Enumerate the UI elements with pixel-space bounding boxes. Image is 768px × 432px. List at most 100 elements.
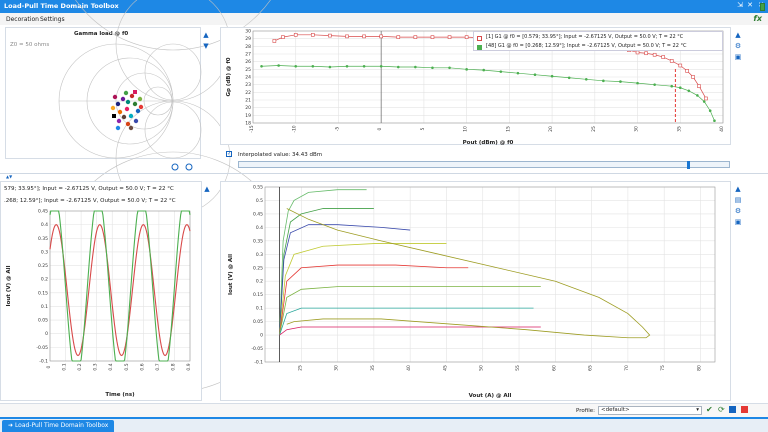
iv-curve bbox=[279, 224, 411, 336]
x-tick-label: 40 bbox=[406, 365, 412, 371]
data-point bbox=[584, 78, 588, 81]
plot-frame bbox=[49, 210, 191, 362]
y-tick-label: 23 bbox=[245, 82, 251, 88]
y-tick-label: -0.05 bbox=[251, 346, 263, 352]
data-point bbox=[379, 64, 383, 68]
chevron-down-icon: ▾ bbox=[696, 407, 699, 413]
smith-filter-icon[interactable]: ▼ bbox=[202, 43, 210, 50]
plot-frame bbox=[264, 186, 716, 363]
x-tick-label: 0.3 bbox=[93, 363, 99, 370]
y-tick-label: 19 bbox=[245, 113, 251, 119]
data-point bbox=[533, 73, 537, 76]
profile-label: Profile: bbox=[576, 408, 595, 414]
interpolated-checkbox[interactable]: ✓ bbox=[226, 151, 232, 157]
waveform-line bbox=[49, 224, 191, 357]
data-point bbox=[635, 50, 640, 55]
data-point bbox=[396, 35, 401, 39]
x-axis-label: Time (ns) bbox=[105, 392, 135, 398]
y-axis-label: Iout (V) @ All bbox=[6, 265, 12, 306]
toolbox-tab[interactable]: ➜ Load-Pull Time Domain Toolbox bbox=[2, 420, 115, 432]
y-tick-label: 27 bbox=[245, 52, 251, 58]
y-tick-label: 0.2 bbox=[41, 277, 48, 283]
pout-slider[interactable] bbox=[238, 161, 730, 169]
x-tick-label: 65 bbox=[588, 365, 594, 371]
y-tick-label: 0.05 bbox=[38, 318, 48, 324]
x-tick-label: 0.8 bbox=[170, 363, 176, 370]
y-tick-label: 22 bbox=[245, 90, 251, 96]
data-point bbox=[448, 66, 451, 70]
x-tick-label: 40 bbox=[719, 126, 725, 132]
data-point bbox=[345, 64, 349, 68]
data-point bbox=[293, 33, 298, 37]
data-point bbox=[687, 89, 691, 93]
gp-save-icon[interactable]: ▣ bbox=[734, 54, 742, 61]
y-tick-label: 21 bbox=[245, 98, 251, 104]
x-tick-label: 0.9 bbox=[186, 363, 192, 370]
y-tick-label: 0.4 bbox=[256, 225, 263, 231]
data-point bbox=[636, 81, 639, 85]
y-tick-label: 26 bbox=[245, 59, 251, 65]
waveform-line bbox=[49, 210, 191, 362]
apply-check-icon[interactable]: ✔ bbox=[706, 405, 713, 414]
y-tick-label: 0.45 bbox=[38, 209, 48, 215]
profile-select[interactable]: <default> ▾ bbox=[598, 406, 702, 415]
x-tick-label: 75 bbox=[660, 365, 666, 371]
y-tick-label: 0.3 bbox=[41, 249, 48, 255]
gp-settings-icon[interactable]: ⚙ bbox=[734, 43, 742, 50]
data-point bbox=[260, 64, 263, 68]
y-tick-label: 0.45 bbox=[253, 211, 263, 217]
smith-reset-icon[interactable] bbox=[185, 163, 193, 171]
profile-value: <default> bbox=[601, 407, 630, 413]
x-tick-label: -10 bbox=[292, 125, 298, 132]
y-axis-label: Iout (V) @ All bbox=[228, 254, 234, 295]
y-tick-label: 0.25 bbox=[38, 263, 48, 269]
split-divider[interactable] bbox=[0, 173, 768, 174]
y-tick-label: 0.1 bbox=[41, 304, 48, 310]
x-tick-label: 0.4 bbox=[108, 363, 114, 370]
data-point bbox=[652, 52, 657, 57]
data-point bbox=[430, 35, 435, 39]
data-point bbox=[516, 71, 520, 75]
slider-thumb[interactable] bbox=[687, 161, 690, 169]
iv-chart-icon[interactable]: ▲ bbox=[734, 186, 742, 193]
y-tick-label: -0.1 bbox=[254, 360, 263, 366]
iv-save-icon[interactable]: ▣ bbox=[734, 219, 742, 226]
data-point bbox=[482, 68, 486, 72]
legend-square-icon bbox=[477, 36, 482, 41]
time-chart-icon[interactable]: ▲ bbox=[203, 186, 211, 193]
y-tick-label: 30 bbox=[245, 29, 251, 35]
split-arrows[interactable]: ▲▼ bbox=[6, 174, 12, 179]
toolbox-tab-label: Load-Pull Time Domain Toolbox bbox=[14, 422, 109, 429]
y-tick-label: 0.35 bbox=[38, 236, 48, 242]
data-point bbox=[708, 109, 712, 113]
data-point bbox=[272, 39, 277, 43]
data-point bbox=[328, 65, 332, 69]
save-profile-icon[interactable] bbox=[729, 406, 736, 413]
data-point bbox=[277, 64, 280, 67]
smith-chart-icon[interactable]: ▲ bbox=[202, 32, 210, 39]
y-tick-label: 0.35 bbox=[253, 238, 263, 244]
x-tick-label: -5 bbox=[334, 127, 340, 132]
data-point bbox=[396, 65, 400, 69]
y-tick-label: 28 bbox=[245, 44, 251, 50]
x-tick-label: 0.7 bbox=[155, 363, 161, 370]
data-point bbox=[294, 64, 298, 68]
iv-delete-icon[interactable]: ▤ bbox=[734, 197, 742, 204]
add-profile-icon[interactable]: ⟳ bbox=[718, 405, 725, 414]
delete-profile-icon[interactable] bbox=[741, 406, 748, 413]
load-pull-points bbox=[110, 90, 144, 131]
y-tick-label: 0.5 bbox=[256, 198, 263, 204]
x-tick-label: 55 bbox=[515, 365, 521, 371]
x-tick-label: 70 bbox=[624, 365, 630, 371]
y-tick-label: 0.1 bbox=[256, 306, 263, 312]
x-tick-label: 0 bbox=[46, 365, 52, 368]
data-point bbox=[281, 35, 285, 39]
x-tick-label: 15 bbox=[505, 126, 511, 132]
gp-chart-icon[interactable]: ▲ bbox=[734, 32, 742, 39]
iv-settings-icon[interactable]: ⚙ bbox=[734, 208, 742, 215]
data-point bbox=[464, 35, 469, 39]
data-point bbox=[678, 86, 682, 90]
y-tick-label: 0.15 bbox=[38, 290, 48, 296]
y-axis-label: Gp (dB) @ f0 bbox=[226, 57, 232, 96]
smith-zoom-icon[interactable] bbox=[171, 163, 179, 171]
